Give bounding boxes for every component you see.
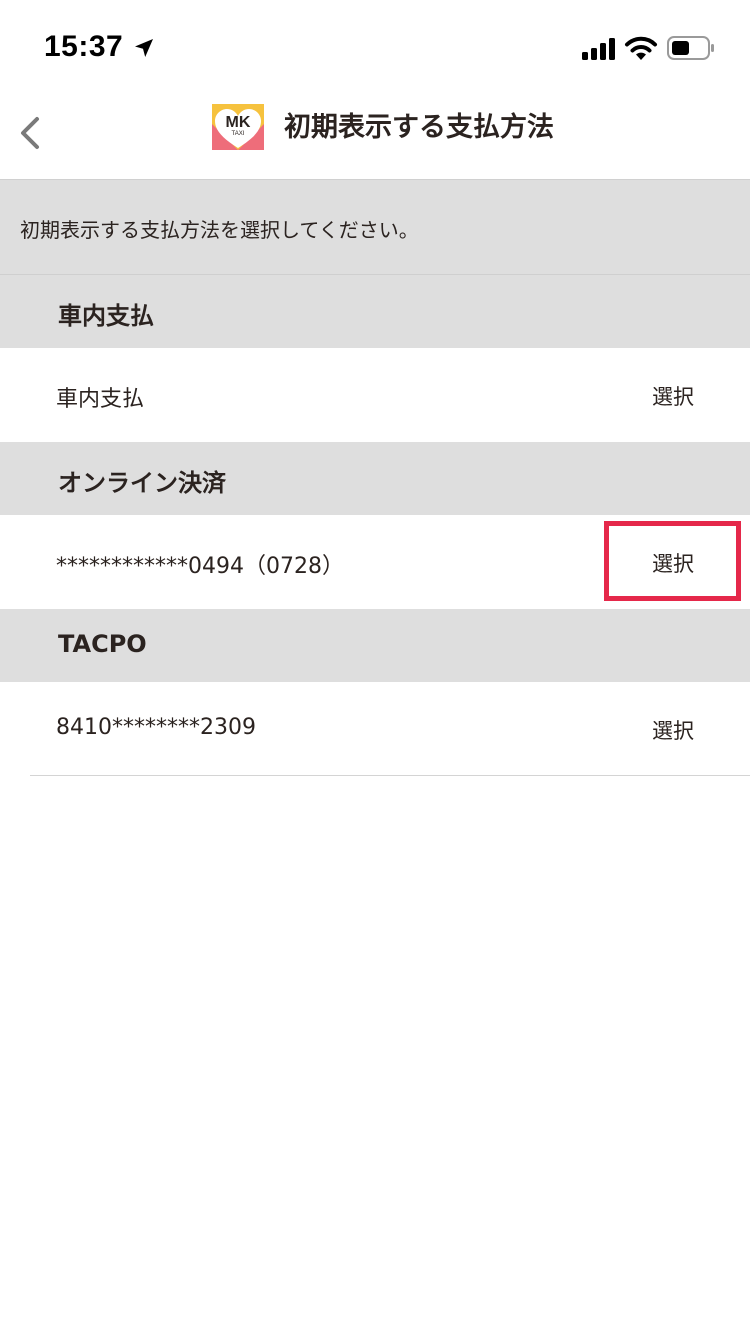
section-title: TACPO bbox=[58, 630, 147, 658]
svg-text:MK: MK bbox=[226, 114, 251, 131]
select-button[interactable]: 選択 bbox=[652, 548, 694, 578]
nav-bar: MK TAXI 初期表示する支払方法 bbox=[0, 90, 750, 180]
back-button[interactable] bbox=[10, 108, 50, 158]
payment-label: 車内支払 bbox=[56, 387, 145, 412]
divider bbox=[30, 775, 750, 776]
payment-row-tacpo[interactable]: 8410********2309 選択 bbox=[0, 682, 750, 776]
payment-label: ************0494（0728） bbox=[56, 554, 344, 579]
description-band: 初期表示する支払方法を選択してください。 bbox=[0, 180, 750, 275]
description-text: 初期表示する支払方法を選択してください。 bbox=[20, 218, 419, 242]
section-title: オンライン決済 bbox=[58, 469, 226, 497]
payment-row-online-card[interactable]: ************0494（0728） 選択 bbox=[0, 515, 750, 609]
payment-label: 8410********2309 bbox=[56, 715, 256, 740]
section-title: 車内支払 bbox=[58, 302, 154, 330]
chevron-left-icon bbox=[21, 117, 39, 149]
status-time: 15:37 bbox=[44, 30, 124, 63]
section-header-tacpo: TACPO bbox=[0, 609, 750, 682]
section-header-in-car: 車内支払 bbox=[0, 275, 750, 348]
mk-taxi-logo: MK TAXI bbox=[212, 104, 264, 150]
section-header-online: オンライン決済 bbox=[0, 442, 750, 515]
status-bar: 15:37 bbox=[0, 0, 750, 90]
payment-row-in-car[interactable]: 車内支払 選択 bbox=[0, 348, 750, 442]
battery-icon bbox=[667, 36, 714, 60]
svg-text:TAXI: TAXI bbox=[232, 131, 245, 137]
select-button[interactable]: 選択 bbox=[652, 715, 694, 745]
wifi-icon bbox=[625, 36, 657, 60]
signal-icon bbox=[582, 38, 615, 60]
page-title: 初期表示する支払方法 bbox=[284, 112, 554, 143]
select-button[interactable]: 選択 bbox=[652, 381, 694, 411]
location-arrow-icon bbox=[135, 39, 153, 57]
